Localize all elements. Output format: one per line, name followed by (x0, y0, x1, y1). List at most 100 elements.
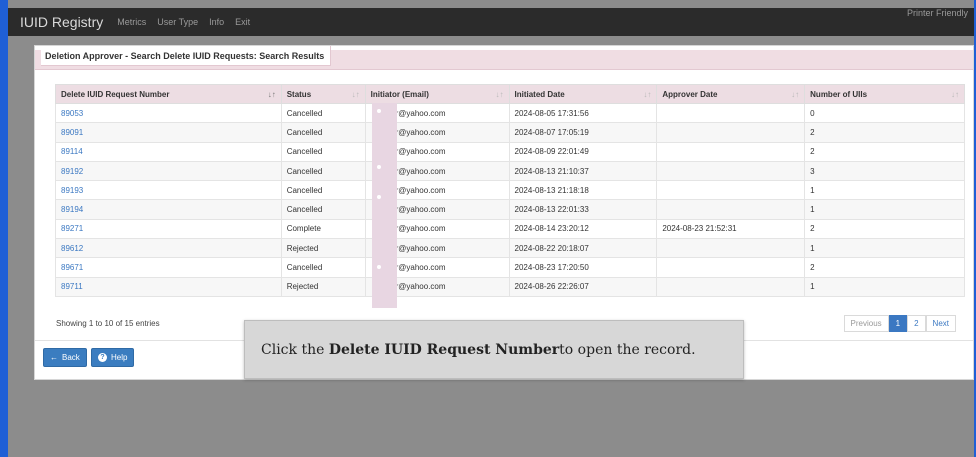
initiated-date-cell: 2024-08-23 17:20:50 (508, 257, 658, 278)
status-cell: Cancelled (280, 257, 366, 278)
table-row: 89193 Cancelled r@yahoo.com 2024-08-13 21:1… (55, 180, 965, 201)
redaction-dot (377, 265, 381, 269)
initiated-date-cell: 2024-08-13 22:01:33 (508, 199, 658, 220)
pagination: Previous 1 2 Next (843, 315, 956, 332)
request-number-link[interactable]: 89612 (55, 238, 282, 259)
initiated-date-cell: 2024-08-05 17:31:56 (508, 102, 658, 124)
col-status[interactable]: Status ↓↑ (280, 84, 366, 104)
sort-icon: ↓↑ (351, 90, 360, 99)
uii-count-cell: 2 (804, 141, 965, 162)
panel-title: Deletion Approver - Search Delete IUID R… (41, 46, 332, 66)
status-cell: Rejected (280, 238, 366, 259)
nav-info[interactable]: Info (209, 17, 224, 27)
instruction-tooltip: Click the Delete IUID Request Number to … (244, 320, 744, 379)
results-table: Delete IUID Request Number ↓↑ Status ↓↑ In… (55, 84, 965, 297)
results-table-body: 89053 Cancelled r@yahoo.com 2024-08-05 17:3… (55, 102, 965, 297)
status-cell: Complete (280, 218, 366, 240)
approver-date-cell (656, 102, 806, 124)
redaction-dot (377, 109, 381, 113)
redaction-dot (377, 165, 381, 169)
request-number-link[interactable]: 89192 (55, 160, 282, 182)
previous-page-button[interactable]: Previous (843, 315, 889, 332)
help-button[interactable]: ? Help (91, 348, 135, 367)
uii-count-cell: 1 (804, 180, 965, 201)
nav-user-type[interactable]: User Type (157, 17, 198, 27)
request-number-link[interactable]: 89091 (55, 122, 282, 143)
approver-date-cell (656, 141, 806, 162)
col-approver-date[interactable]: Approver Date ↓↑ (656, 84, 806, 104)
back-button[interactable]: ← Back (43, 348, 87, 367)
approver-date-cell (656, 160, 806, 182)
app-window: IUID Registry Metrics User Type Info Exi… (8, 0, 974, 457)
entries-info: Showing 1 to 10 of 15 entries (56, 319, 160, 328)
status-cell: Cancelled (280, 160, 366, 182)
nav-metrics[interactable]: Metrics (117, 17, 146, 27)
page-2-button[interactable]: 2 (907, 315, 926, 332)
request-number-link[interactable]: 89114 (55, 141, 282, 162)
approver-date-cell (656, 238, 806, 259)
request-number-link[interactable]: 89053 (55, 102, 282, 124)
initiated-date-cell: 2024-08-13 21:18:18 (508, 180, 658, 201)
sort-asc-icon: ↓↑ (267, 90, 276, 99)
initiated-date-cell: 2024-08-13 21:10:37 (508, 160, 658, 182)
uii-count-cell: 1 (804, 238, 965, 259)
col-initiated-date[interactable]: Initiated Date ↓↑ (508, 84, 658, 104)
sort-icon: ↓↑ (791, 90, 800, 99)
table-row: 89271 Complete r@yahoo.com 2024-08-14 23:20… (55, 218, 965, 240)
uii-count-cell: 0 (804, 102, 965, 124)
arrow-left-icon: ← (50, 353, 58, 362)
uii-count-cell: 2 (804, 122, 965, 143)
status-cell: Cancelled (280, 122, 366, 143)
status-cell: Cancelled (280, 199, 366, 220)
table-header-row: Delete IUID Request Number ↓↑ Status ↓↑ In… (55, 84, 965, 104)
request-number-link[interactable]: 89711 (55, 276, 282, 297)
initiated-date-cell: 2024-08-22 20:18:07 (508, 238, 658, 259)
approver-date-cell (656, 199, 806, 220)
table-row: 89114 Cancelled r@yahoo.com 2024-08-09 22:0… (55, 141, 965, 162)
approver-date-cell (656, 180, 806, 201)
initiated-date-cell: 2024-08-07 17:05:19 (508, 122, 658, 143)
status-cell: Rejected (280, 276, 366, 297)
sort-icon: ↓↑ (495, 90, 504, 99)
uii-count-cell: 1 (804, 199, 965, 220)
status-cell: Cancelled (280, 102, 366, 124)
table-row: 89671 Cancelled r@yahoo.com 2024-08-23 17:2… (55, 257, 965, 278)
table-row: 89053 Cancelled r@yahoo.com 2024-08-05 17:3… (55, 102, 965, 124)
sort-icon: ↓↑ (643, 90, 652, 99)
request-number-link[interactable]: 89671 (55, 257, 282, 278)
uii-count-cell: 1 (804, 276, 965, 297)
printer-friendly-link[interactable]: Printer Friendly (907, 8, 968, 18)
approver-date-cell (656, 276, 806, 297)
initiated-date-cell: 2024-08-14 23:20:12 (508, 218, 658, 240)
next-page-button[interactable]: Next (925, 315, 956, 332)
top-navbar: IUID Registry Metrics User Type Info Exi… (8, 8, 974, 36)
uii-count-cell: 3 (804, 160, 965, 182)
request-number-link[interactable]: 89271 (55, 218, 282, 240)
question-circle-icon: ? (98, 353, 107, 362)
status-cell: Cancelled (280, 180, 366, 201)
nav-exit[interactable]: Exit (235, 17, 250, 27)
table-row: 89194 Cancelled r@yahoo.com 2024-08-13 22:0… (55, 199, 965, 220)
page-1-button[interactable]: 1 (888, 315, 908, 332)
initiated-date-cell: 2024-08-09 22:01:49 (508, 141, 658, 162)
table-row: 89091 Cancelled r@yahoo.com 2024-08-07 17:0… (55, 122, 965, 143)
redaction-overlay (372, 103, 397, 308)
table-row: 89612 Rejected r@yahoo.com 2024-08-22 20:18… (55, 238, 965, 259)
initiated-date-cell: 2024-08-26 22:26:07 (508, 276, 658, 297)
approver-date-cell (656, 257, 806, 278)
request-number-link[interactable]: 89193 (55, 180, 282, 201)
sort-icon: ↓↑ (951, 90, 959, 99)
table-row: 89192 Cancelled r@yahoo.com 2024-08-13 21:1… (55, 160, 965, 182)
status-cell: Cancelled (280, 141, 366, 162)
brand-logo[interactable]: IUID Registry (20, 14, 103, 30)
uii-count-cell: 2 (804, 218, 965, 240)
redaction-dot (377, 195, 381, 199)
approver-date-cell (656, 122, 806, 143)
col-number-of-uiis[interactable]: Number of UIIs ↓↑ (804, 84, 965, 104)
uii-count-cell: 2 (804, 257, 965, 278)
col-request-number[interactable]: Delete IUID Request Number ↓↑ (55, 84, 282, 104)
request-number-link[interactable]: 89194 (55, 199, 282, 220)
table-row: 89711 Rejected r@yahoo.com 2024-08-26 22:26… (55, 276, 965, 297)
col-initiator-email[interactable]: Initiator (Email) ↓↑ (364, 84, 510, 104)
panel-heading: Deletion Approver - Search Delete IUID R… (35, 46, 973, 70)
